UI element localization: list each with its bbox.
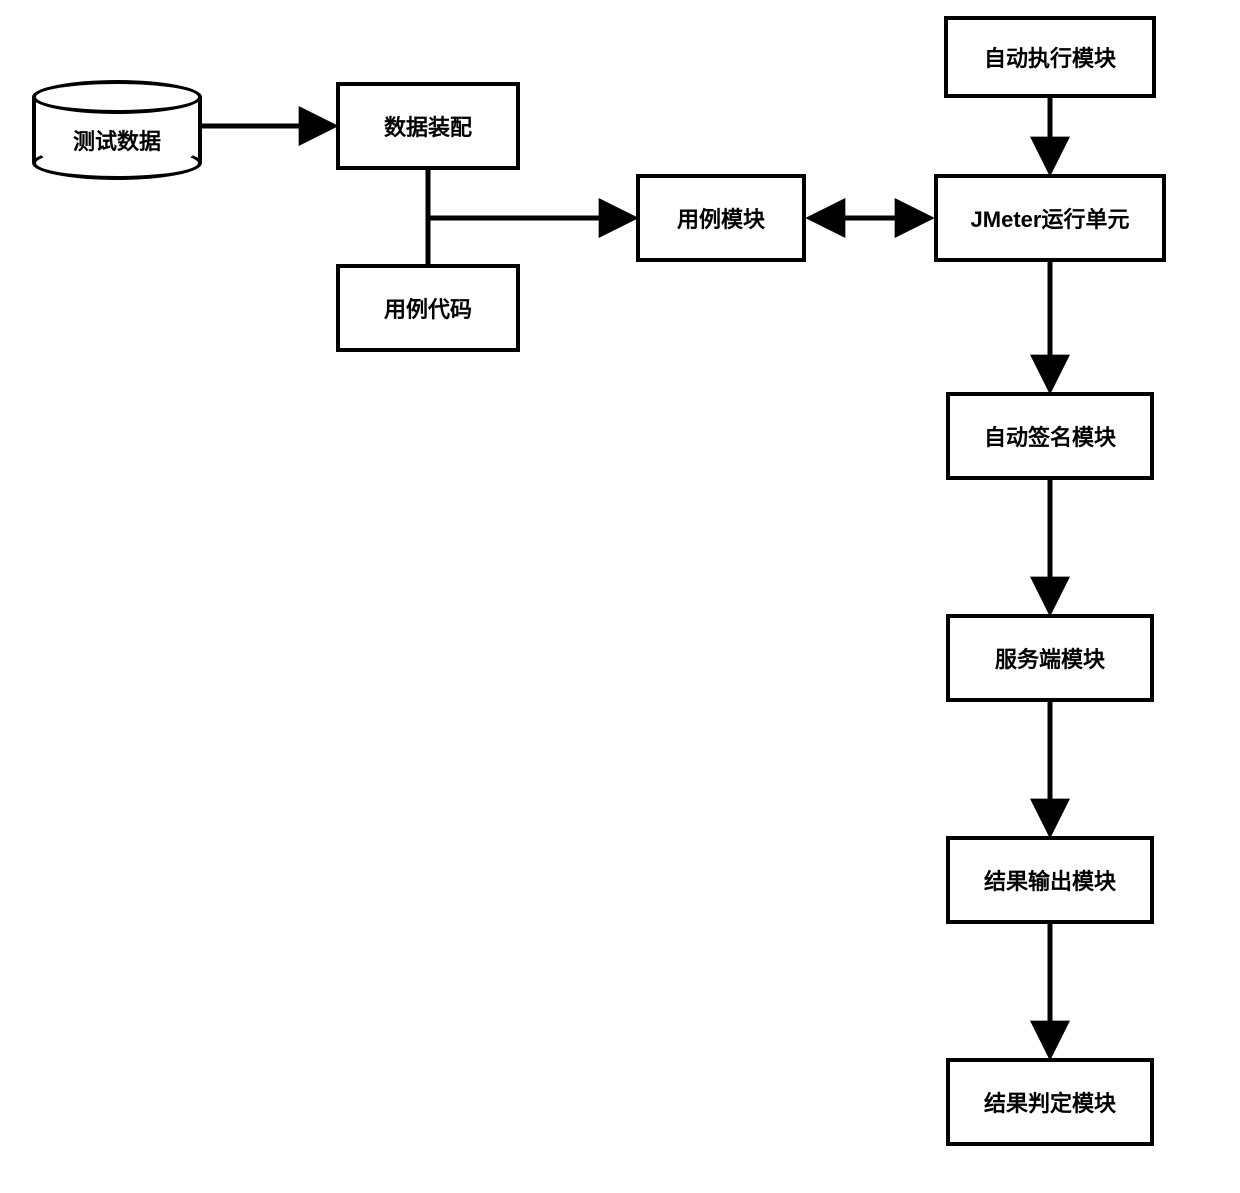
node-auto-sign-module: 自动签名模块 <box>946 392 1154 480</box>
node-test-data: 测试数据 <box>32 80 202 180</box>
node-jmeter-unit-label: JMeter运行单元 <box>971 202 1130 234</box>
node-auto-exec-module: 自动执行模块 <box>944 16 1156 98</box>
node-server-module-label: 服务端模块 <box>995 642 1105 674</box>
node-result-output-module: 结果输出模块 <box>946 836 1154 924</box>
node-result-judge-module: 结果判定模块 <box>946 1058 1154 1146</box>
node-auto-exec-module-label: 自动执行模块 <box>984 41 1116 73</box>
node-data-assembly-label: 数据装配 <box>384 110 472 142</box>
node-use-case-code: 用例代码 <box>336 264 520 352</box>
node-server-module: 服务端模块 <box>946 614 1154 702</box>
node-test-data-label: 测试数据 <box>32 124 202 156</box>
node-auto-sign-module-label: 自动签名模块 <box>984 420 1116 452</box>
node-use-case-module-label: 用例模块 <box>677 202 765 234</box>
node-data-assembly: 数据装配 <box>336 82 520 170</box>
node-use-case-module: 用例模块 <box>636 174 806 262</box>
diagram-stage: 测试数据 数据装配 用例代码 用例模块 自动执行模块 JMeter运行单元 自动… <box>0 0 1240 1193</box>
node-result-output-module-label: 结果输出模块 <box>984 864 1116 896</box>
node-result-judge-module-label: 结果判定模块 <box>984 1086 1116 1118</box>
node-jmeter-unit: JMeter运行单元 <box>934 174 1166 262</box>
node-use-case-code-label: 用例代码 <box>384 292 472 324</box>
